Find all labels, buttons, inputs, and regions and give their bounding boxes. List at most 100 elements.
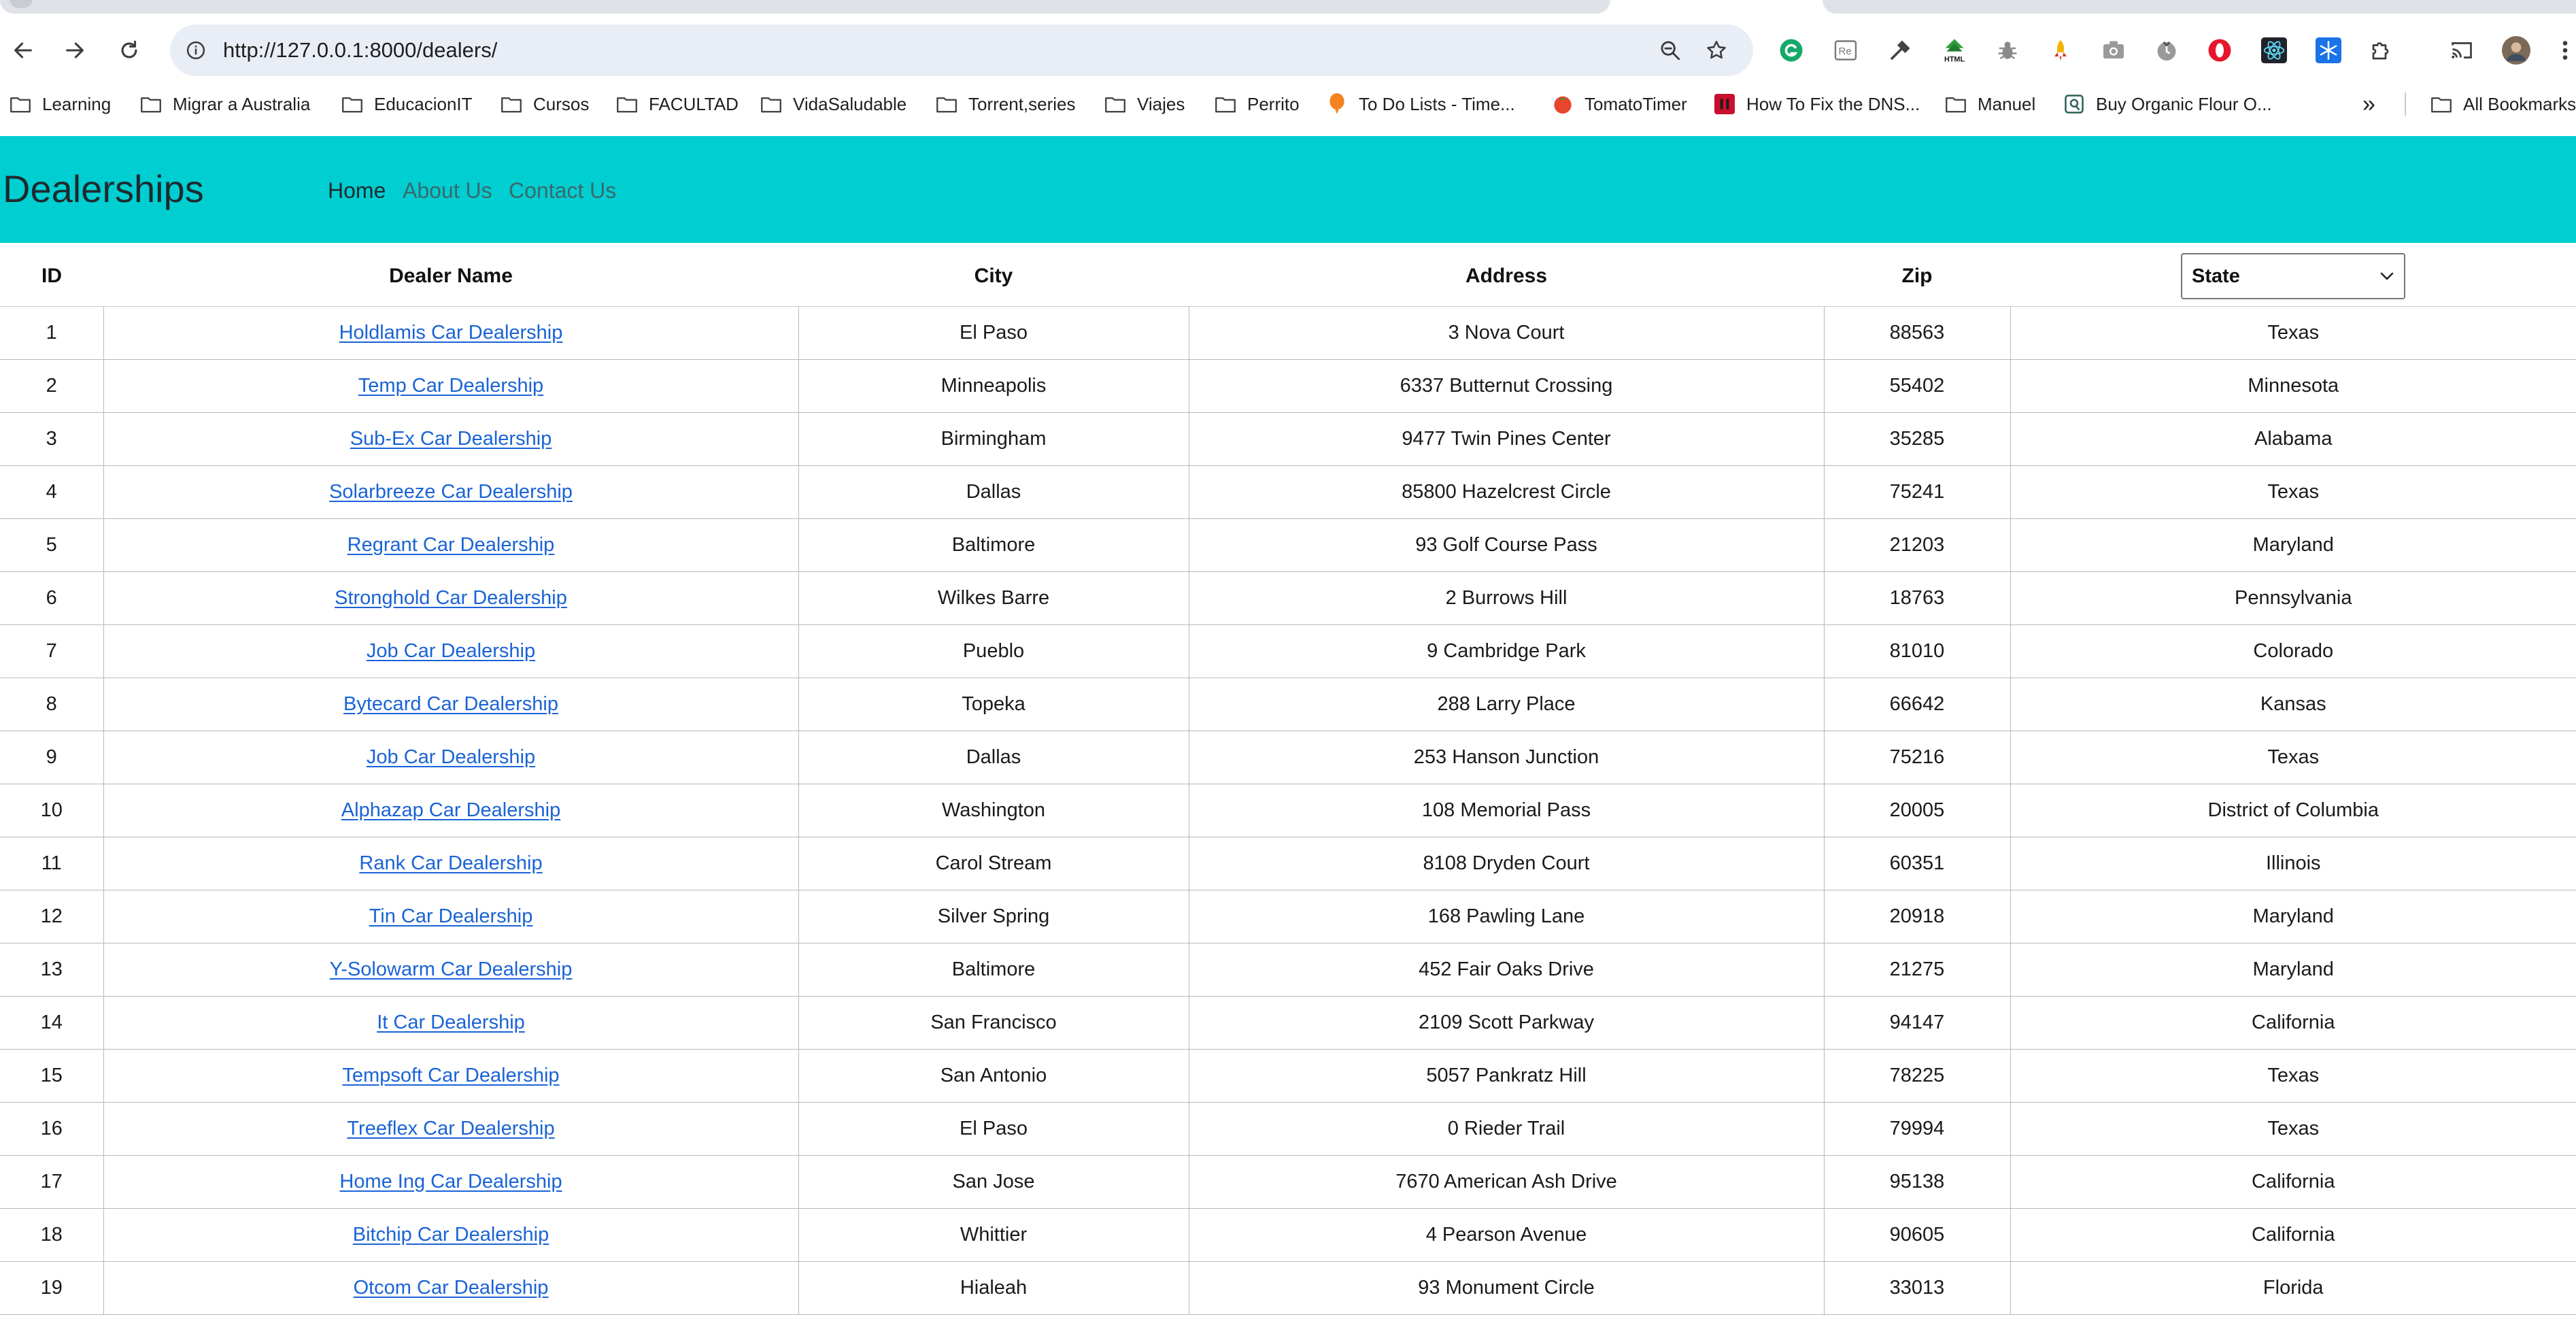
column-header-city: City xyxy=(798,246,1189,307)
cell-zip: 81010 xyxy=(1824,624,2011,678)
orange-balloon-icon xyxy=(1326,93,1348,115)
bookmark-facultad[interactable]: FACULTAD xyxy=(616,88,739,120)
opera-extension-icon[interactable] xyxy=(2205,35,2235,65)
table-row: 12 Tin Car Dealership Silver Spring 168 Paw… xyxy=(0,890,2576,944)
dealer-link[interactable]: Tempsoft Car Dealership xyxy=(342,1065,559,1086)
bookmark-to-do-lists[interactable]: To Do Lists - Time... xyxy=(1326,88,1515,120)
dealer-link[interactable]: Temp Car Dealership xyxy=(358,375,543,397)
cell-address: 6337 Butternut Crossing xyxy=(1189,359,1825,413)
bookmark-educacionit[interactable]: EducacionIT xyxy=(341,88,473,120)
zoom-icon[interactable] xyxy=(1655,35,1685,65)
cell-dealer-name: Bytecard Car Dealership xyxy=(103,678,799,731)
dealer-link[interactable]: Regrant Car Dealership xyxy=(348,534,555,556)
state-filter-select[interactable]: State xyxy=(2181,253,2405,299)
profile-avatar[interactable] xyxy=(2501,35,2531,65)
rocket-extension-icon[interactable] xyxy=(2046,35,2075,65)
site-info-icon[interactable] xyxy=(182,37,209,64)
cell-zip: 88563 xyxy=(1824,306,2011,360)
html-validator-extension-icon[interactable]: HTML xyxy=(1939,35,1969,65)
dealer-link[interactable]: Y-Solowarm Car Dealership xyxy=(330,958,573,980)
dealer-link[interactable]: Job Car Dealership xyxy=(367,746,535,768)
dealer-link[interactable]: Stronghold Car Dealership xyxy=(335,587,567,609)
table-row: 5 Regrant Car Dealership Baltimore 93 Golf … xyxy=(0,518,2576,572)
chevron-down-icon xyxy=(2380,272,2394,280)
bookmark-cursos[interactable]: Cursos xyxy=(501,88,589,120)
dealer-link[interactable]: Rank Car Dealership xyxy=(359,852,542,874)
cell-dealer-name: Y-Solowarm Car Dealership xyxy=(103,943,799,997)
dealer-link[interactable]: Solarbreeze Car Dealership xyxy=(329,481,573,503)
bookmark-migrar-a-australia[interactable]: Migrar a Australia xyxy=(140,88,310,120)
dealer-link[interactable]: Home Ing Car Dealership xyxy=(339,1171,562,1192)
table-row: 8 Bytecard Car Dealership Topeka 288 Larry … xyxy=(0,678,2576,731)
grammarly-extension-icon[interactable] xyxy=(1776,35,1806,65)
browser-menu-icon[interactable] xyxy=(2554,35,2576,65)
forward-button[interactable] xyxy=(56,31,94,69)
red-site-icon xyxy=(1714,93,1735,115)
table-row: 1 Holdlamis Car Dealership El Paso 3 Nova C… xyxy=(0,306,2576,360)
bug-extension-icon[interactable] xyxy=(1993,35,2022,65)
folder-icon xyxy=(616,93,638,115)
back-arrow-icon xyxy=(14,42,32,59)
bookmark-torrent-series[interactable]: Torrent,series xyxy=(936,88,1076,120)
nav-contact-link[interactable]: Contact Us xyxy=(509,177,616,204)
extensions-puzzle-icon[interactable] xyxy=(2367,35,2396,65)
reference-extension-icon[interactable]: Re xyxy=(1831,35,1861,65)
cell-dealer-name: Alphazap Car Dealership xyxy=(103,784,799,837)
dealer-link[interactable]: Bitchip Car Dealership xyxy=(353,1224,549,1246)
active-tab[interactable] xyxy=(0,0,1610,14)
snowflake-extension-icon[interactable] xyxy=(2314,35,2343,65)
cell-id: 7 xyxy=(0,624,104,678)
inactive-tab[interactable] xyxy=(1823,0,2576,14)
color-picker-extension-icon[interactable] xyxy=(1885,35,1915,65)
cell-city: El Paso xyxy=(798,1102,1189,1156)
bookmark-label: To Do Lists - Time... xyxy=(1359,93,1515,114)
cell-zip: 95138 xyxy=(1824,1155,2011,1209)
folder-icon xyxy=(501,93,522,115)
dealer-link[interactable]: Holdlamis Car Dealership xyxy=(339,322,563,344)
cell-zip: 66642 xyxy=(1824,678,2011,731)
bookmark-buy-organic-flour[interactable]: Buy Organic Flour O... xyxy=(2063,88,2272,120)
cell-zip: 18763 xyxy=(1824,571,2011,625)
cell-dealer-name: Treeflex Car Dealership xyxy=(103,1102,799,1156)
dealer-link[interactable]: Job Car Dealership xyxy=(367,640,535,662)
dealer-link[interactable]: Alphazap Car Dealership xyxy=(341,799,560,821)
bookmark-viajes[interactable]: Viajes xyxy=(1104,88,1185,120)
bookmark-perrito[interactable]: Perrito xyxy=(1215,88,1300,120)
cell-city: Wilkes Barre xyxy=(798,571,1189,625)
dealer-link[interactable]: Otcom Car Dealership xyxy=(354,1277,549,1299)
bookmark-vidasaludable[interactable]: VidaSaludable xyxy=(760,88,906,120)
dealer-link[interactable]: It Car Dealership xyxy=(377,1012,525,1033)
dealers-table: ID Dealer Name City Address Zip State 1 H… xyxy=(0,246,2576,1315)
cell-id: 4 xyxy=(0,465,104,519)
bookmark-label: Perrito xyxy=(1247,93,1300,114)
cell-id: 2 xyxy=(0,359,104,413)
bookmark-star-icon[interactable] xyxy=(1701,35,1731,65)
nav-home-link[interactable]: Home xyxy=(328,177,386,204)
cast-icon[interactable] xyxy=(2447,35,2477,65)
react-devtools-extension-icon[interactable] xyxy=(2259,35,2289,65)
dealer-link[interactable]: Bytecard Car Dealership xyxy=(343,693,558,715)
bookmarks-overflow-button[interactable]: » xyxy=(2362,88,2375,120)
site-brand[interactable]: Dealerships xyxy=(3,166,204,212)
address-bar[interactable]: http://127.0.0.1:8000/dealers/ xyxy=(170,24,1753,76)
screenshot-extension-icon[interactable] xyxy=(2099,35,2129,65)
bookmark-manuel[interactable]: Manuel xyxy=(1945,88,2035,120)
tomato-timer-extension-icon[interactable] xyxy=(2152,35,2182,65)
bookmark-how-to-fix-dns[interactable]: How To Fix the DNS... xyxy=(1714,88,1920,120)
bookmark-all-bookmarks[interactable]: All Bookmarks xyxy=(2430,88,2576,120)
dealer-link[interactable]: Treeflex Car Dealership xyxy=(347,1118,554,1139)
bookmark-tomatotimer[interactable]: TomatoTimer xyxy=(1552,88,1687,120)
forward-arrow-icon xyxy=(66,42,84,59)
dealer-link[interactable]: Tin Car Dealership xyxy=(369,905,533,927)
bookmark-learning[interactable]: Learning xyxy=(10,88,111,120)
dealer-link[interactable]: Sub-Ex Car Dealership xyxy=(350,428,552,450)
cell-zip: 20918 xyxy=(1824,890,2011,944)
cell-state: Illinois xyxy=(2010,837,2576,890)
back-button[interactable] xyxy=(4,31,42,69)
cell-dealer-name: Stronghold Car Dealership xyxy=(103,571,799,625)
reload-button[interactable] xyxy=(110,31,148,69)
nav-about-link[interactable]: About Us xyxy=(403,177,492,204)
cell-address: 7670 American Ash Drive xyxy=(1189,1155,1825,1209)
url-text[interactable]: http://127.0.0.1:8000/dealers/ xyxy=(223,37,497,64)
bookmark-label: Viajes xyxy=(1137,93,1185,114)
